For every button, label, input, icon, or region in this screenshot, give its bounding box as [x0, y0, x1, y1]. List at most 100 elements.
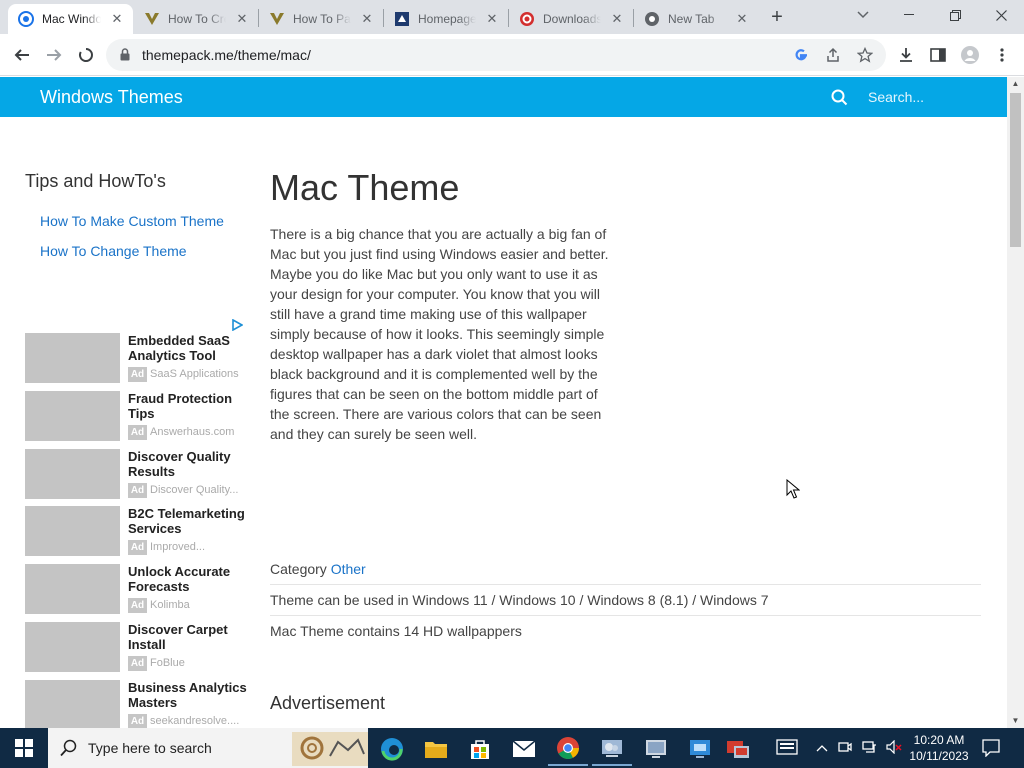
ad-thumbnail[interactable]	[25, 564, 120, 614]
tab-pack-themes[interactable]: How To Pack Themes ✕	[259, 4, 383, 34]
control-panel-icon[interactable]	[592, 732, 632, 766]
keyboard-input-icon[interactable]	[776, 739, 798, 758]
remote-desktop-icon[interactable]	[680, 732, 720, 766]
sidebar-ad[interactable]: Embedded SaaS Analytics Tool Ad SaaS App…	[25, 333, 247, 385]
windows-logo-icon	[15, 739, 33, 757]
close-icon[interactable]: ✕	[609, 11, 625, 27]
ad-title[interactable]: Discover Quality Results	[128, 449, 248, 479]
scroll-thumb[interactable]	[1010, 93, 1021, 247]
ad-title[interactable]: Discover Carpet Install	[128, 622, 248, 652]
ad-badge: Ad	[128, 483, 147, 498]
ad-source[interactable]: Answerhaus.com	[150, 426, 234, 438]
menu-kebab-icon[interactable]	[993, 46, 1011, 64]
ad-thumbnail[interactable]	[25, 506, 120, 556]
close-icon[interactable]: ✕	[109, 11, 125, 27]
ad-title[interactable]: B2C Telemarketing Services	[128, 506, 248, 536]
url-text[interactable]: themepack.me/theme/mac/	[142, 47, 311, 63]
site-search-input[interactable]	[858, 85, 998, 109]
chrome-icon	[644, 11, 660, 27]
side-panel-icon[interactable]	[929, 46, 947, 64]
tab-custom-theme[interactable]: How To Create Custom Theme ✕	[134, 4, 258, 34]
profile-avatar-icon[interactable]	[961, 46, 979, 64]
file-explorer-icon[interactable]	[416, 732, 456, 766]
ad-source[interactable]: FoBlue	[150, 657, 185, 669]
ad-thumbnail[interactable]	[25, 680, 120, 728]
share-icon[interactable]	[824, 46, 842, 64]
ad-thumbnail[interactable]	[25, 449, 120, 499]
restore-button[interactable]	[932, 0, 978, 30]
category-link[interactable]: Other	[331, 561, 366, 577]
ad-thumbnail[interactable]	[25, 622, 120, 672]
clock-date: 10/11/2023	[909, 749, 969, 763]
sidebar-link-change-theme[interactable]: How To Change Theme	[40, 243, 187, 259]
taskbar-search-box[interactable]: Type here to search	[48, 728, 368, 768]
scroll-down-arrow-icon[interactable]: ▼	[1007, 714, 1024, 728]
ad-title[interactable]: Unlock Accurate Forecasts	[128, 564, 248, 594]
forward-button[interactable]	[41, 42, 67, 68]
volume-muted-icon[interactable]	[886, 739, 902, 757]
scroll-up-arrow-icon[interactable]: ▲	[1007, 77, 1024, 91]
tab-search-chevron-icon[interactable]	[840, 0, 886, 30]
taskbar-clock[interactable]: 10:20 AM 10/11/2023	[904, 732, 974, 764]
ad-thumbnail[interactable]	[25, 333, 120, 383]
close-icon[interactable]: ✕	[234, 11, 250, 27]
webcam-icon[interactable]	[838, 740, 852, 757]
ad-source[interactable]: Improved...	[150, 541, 205, 553]
sidebar-ad[interactable]: Unlock Accurate Forecasts Ad Kolimba	[25, 564, 247, 616]
ad-source[interactable]: seekandresolve....	[150, 715, 239, 727]
show-hidden-icons-chevron-icon[interactable]	[816, 741, 828, 755]
advertisement-heading: Advertisement	[270, 693, 386, 713]
download-favicon-icon	[519, 11, 535, 27]
browser-toolbar: themepack.me/theme/mac/	[0, 34, 1024, 76]
microsoft-store-icon[interactable]	[460, 732, 500, 766]
ad-title[interactable]: Embedded SaaS Analytics Tool	[128, 333, 248, 363]
ad-title[interactable]: Business Analytics Masters	[128, 680, 248, 710]
close-icon[interactable]: ✕	[359, 11, 375, 27]
sidebar-link-custom-theme[interactable]: How To Make Custom Theme	[40, 213, 224, 229]
search-icon[interactable]	[831, 89, 848, 111]
ad-title[interactable]: Fraud Protection Tips	[128, 391, 248, 421]
ad-thumbnail[interactable]	[25, 391, 120, 441]
tab-title: Mac Windows Theme	[42, 12, 101, 26]
tab-mac-theme[interactable]: Mac Windows Theme ✕	[8, 4, 133, 34]
clock-time: 10:20 AM	[913, 733, 965, 747]
windows-taskbar: Type here to search 10:20 AM 10/11/2023	[0, 728, 1024, 768]
sidebar-ad[interactable]: Discover Carpet Install Ad FoBlue	[25, 622, 247, 674]
site-brand[interactable]: Windows Themes	[40, 87, 183, 108]
address-bar[interactable]: themepack.me/theme/mac/	[106, 39, 886, 71]
ad-badge: Ad	[128, 656, 147, 671]
mail-icon[interactable]	[504, 732, 544, 766]
tab-new-tab[interactable]: New Tab ✕	[634, 4, 758, 34]
chrome-icon[interactable]	[548, 732, 588, 766]
ad-source[interactable]: SaaS Applications	[150, 368, 239, 380]
system-settings-icon[interactable]	[636, 732, 676, 766]
close-icon[interactable]: ✕	[734, 11, 750, 27]
google-lens-icon[interactable]	[792, 46, 810, 64]
sidebar-ad[interactable]: B2C Telemarketing Services Ad Improved..…	[25, 506, 247, 558]
browser-tab-strip: Mac Windows Theme ✕ How To Create Custom…	[0, 0, 1024, 34]
network-icon[interactable]	[862, 740, 878, 757]
tab-homepage[interactable]: Homepage ✕	[384, 4, 508, 34]
edge-icon[interactable]	[372, 732, 412, 766]
network-tool-icon[interactable]	[718, 732, 758, 766]
close-icon[interactable]: ✕	[484, 11, 500, 27]
ad-source[interactable]: Discover Quality...	[150, 484, 238, 496]
download-icon[interactable]	[897, 46, 915, 64]
stop-loading-icon[interactable]	[73, 42, 99, 68]
notifications-icon[interactable]	[982, 739, 1000, 760]
taskbar-search-placeholder[interactable]: Type here to search	[88, 740, 212, 756]
close-window-button[interactable]	[978, 0, 1024, 30]
sidebar-ad[interactable]: Discover Quality Results Ad Discover Qua…	[25, 449, 247, 501]
start-button[interactable]	[0, 728, 48, 768]
new-tab-button[interactable]: +	[766, 6, 788, 28]
sidebar-ad[interactable]: Business Analytics Masters Ad seekandres…	[25, 680, 247, 728]
tab-title: New Tab	[668, 12, 715, 26]
back-button[interactable]	[9, 42, 35, 68]
tab-downloads[interactable]: Downloads ✕	[509, 4, 633, 34]
minimize-button[interactable]	[886, 0, 932, 30]
page-scrollbar[interactable]: ▲ ▼	[1007, 77, 1024, 728]
sidebar-ad[interactable]: Fraud Protection Tips Ad Answerhaus.com	[25, 391, 247, 443]
bookmark-star-icon[interactable]	[856, 46, 874, 64]
lock-icon[interactable]	[120, 48, 130, 66]
ad-source[interactable]: Kolimba	[150, 599, 190, 611]
